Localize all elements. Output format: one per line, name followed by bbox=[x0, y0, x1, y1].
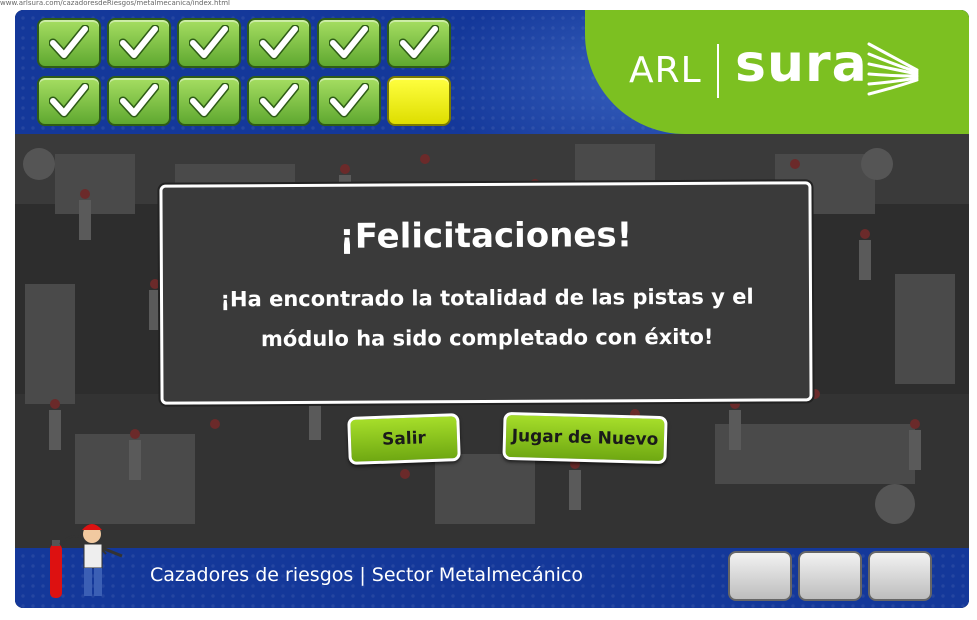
checkmark-icon bbox=[49, 83, 89, 118]
progress-tile bbox=[387, 18, 451, 68]
brand-separator bbox=[717, 44, 719, 98]
footer-bar: Cazadores de riesgos | Sector Metalmecán… bbox=[15, 548, 969, 608]
checkmark-icon bbox=[189, 25, 229, 60]
progress-tile bbox=[247, 76, 311, 126]
progress-tile bbox=[107, 76, 171, 126]
checkmark-icon bbox=[119, 25, 159, 60]
progress-tile bbox=[387, 76, 451, 126]
exit-button[interactable]: Salir bbox=[347, 413, 461, 465]
checkmark-icon bbox=[399, 25, 439, 60]
checkmark-icon bbox=[49, 25, 89, 60]
progress-tiles bbox=[37, 18, 457, 128]
congratulations-dialog: ¡Felicitaciones! ¡Ha encontrado la total… bbox=[159, 181, 813, 405]
progress-tile bbox=[317, 76, 381, 126]
brand-panel: ARL sura bbox=[585, 10, 969, 134]
progress-tile bbox=[317, 18, 381, 68]
footer-caption: Cazadores de riesgos | Sector Metalmecán… bbox=[150, 564, 584, 586]
progress-tile bbox=[37, 76, 101, 126]
checkmark-icon bbox=[329, 25, 369, 60]
dialog-title: ¡Felicitaciones! bbox=[339, 215, 633, 257]
brand-sura: sura bbox=[735, 34, 868, 94]
nav-button-3[interactable] bbox=[868, 551, 932, 601]
brand-arl: ARL bbox=[629, 50, 702, 91]
sura-rays-icon bbox=[867, 42, 919, 96]
progress-tile bbox=[107, 18, 171, 68]
nav-button-2[interactable] bbox=[798, 551, 862, 601]
play-again-button[interactable]: Jugar de Nuevo bbox=[502, 411, 668, 465]
progress-tile bbox=[177, 76, 241, 126]
progress-tile bbox=[177, 18, 241, 68]
checkmark-icon bbox=[259, 25, 299, 60]
progress-tile bbox=[37, 18, 101, 68]
checkmark-icon bbox=[329, 83, 369, 118]
mascot-welder-icon bbox=[50, 524, 123, 598]
checkmark-icon bbox=[259, 83, 299, 118]
nav-button-1[interactable] bbox=[728, 551, 792, 601]
dialog-message: ¡Ha encontrado la totalidad de las pista… bbox=[220, 284, 754, 352]
checkmark-icon bbox=[189, 83, 229, 118]
checkmark-icon bbox=[119, 83, 159, 118]
address-fragment: www.arlsura.com/cazadoresdeRiesgos/metal… bbox=[0, 0, 230, 7]
header-bar: ARL sura bbox=[15, 10, 969, 190]
progress-tile bbox=[247, 18, 311, 68]
